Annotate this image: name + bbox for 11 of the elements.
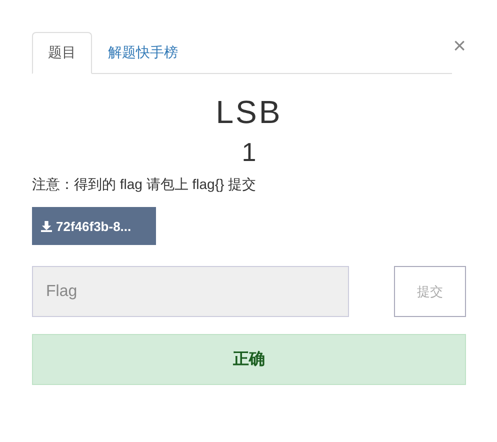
download-icon <box>41 220 52 232</box>
flag-input-field[interactable]: Flag <box>32 266 349 317</box>
result-alert: 正确 <box>32 334 466 385</box>
challenge-points: 1 <box>240 136 258 168</box>
submit-button[interactable]: 提交 <box>394 266 466 317</box>
download-button[interactable]: 72f46f3b-8... <box>32 207 156 245</box>
close-button[interactable]: × <box>453 34 466 58</box>
tab[interactable]: 题目 <box>32 32 92 74</box>
tab[interactable]: 解题快手榜 <box>92 32 194 74</box>
challenge-title: LSB <box>214 93 284 132</box>
note-text: 注意：得到的 flag 请包上 flag{} 提交 <box>32 175 258 194</box>
